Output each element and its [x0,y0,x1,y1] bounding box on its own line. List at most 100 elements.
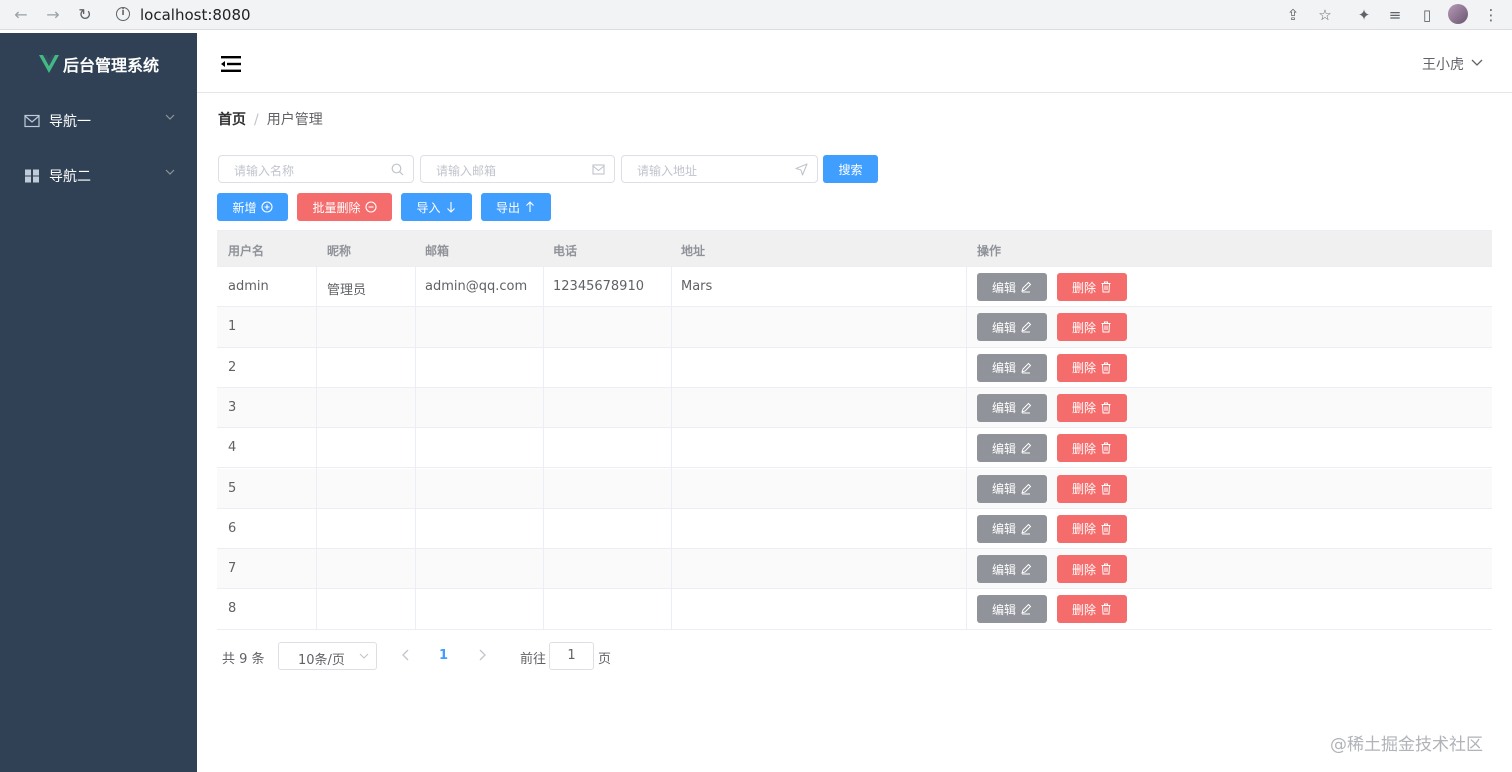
cell-username: 2 [228,359,237,375]
edit-button[interactable]: 编辑 [977,474,1047,503]
delete-label: 删除 [1071,320,1096,335]
goto-page-input[interactable]: 1 [549,642,594,670]
delete-button[interactable]: 删除 [1057,474,1127,503]
page-size-value: 10条/页 [298,653,345,668]
column-header-actions: 操作 [977,244,1002,258]
breadcrumb: 首页 / 用户管理 [218,109,323,129]
delete-button[interactable]: 删除 [1057,555,1127,584]
user-table: 用户名 昵称 邮箱 电话 地址 操作 admin 管理员 admin@qq.com 1… [217,230,1492,630]
menu-kebab-icon[interactable]: ⋮ [1480,4,1502,26]
delete-label: 删除 [1071,482,1096,496]
trash-icon [1101,281,1111,293]
delete-button[interactable]: 删除 [1057,393,1127,422]
bookmark-star-icon[interactable]: ☆ [1314,4,1336,26]
trash-icon [1101,483,1111,494]
edit-label: 编辑 [991,602,1016,617]
placeholder-text: 请输入名称 [234,164,295,178]
delete-button[interactable]: 删除 [1057,273,1127,301]
edit-label: 编辑 [991,562,1016,577]
edit-pen-icon [1021,322,1032,333]
trash-icon [1101,362,1111,374]
edit-pen-icon [1021,281,1032,293]
edit-button[interactable]: 编辑 [977,393,1047,422]
profile-avatar[interactable] [1448,4,1468,24]
table-row: 7 编辑 删除 [217,549,1492,590]
sidebar-item-label: 导航一 [49,114,91,130]
circle-plus-icon [260,201,273,213]
arrow-up-icon [526,201,534,212]
search-button[interactable]: 搜索 [823,155,878,183]
delete-button[interactable]: 删除 [1057,313,1127,342]
table-row: 1 编辑 删除 [217,307,1492,348]
delete-button[interactable]: 删除 [1057,434,1127,463]
watermark: @稀土掘金技术社区 [1330,735,1483,755]
edit-button[interactable]: 编辑 [977,555,1047,584]
delete-button[interactable]: 删除 [1057,353,1127,382]
user-dropdown[interactable]: 王小虎 [1422,54,1464,74]
sidebar-item-nav1[interactable]: 导航一 [0,93,197,149]
cell-username: 8 [228,601,237,617]
edit-button[interactable]: 编辑 [977,514,1047,543]
search-icon [391,163,404,176]
edit-button[interactable]: 编辑 [977,273,1047,301]
cell-username: 3 [228,399,237,415]
sidebar-item-nav2[interactable]: 导航二 [0,148,197,204]
reload-icon[interactable]: ↻ [74,4,96,26]
column-header-email: 邮箱 [425,244,450,258]
sidebar-item-label: 导航二 [49,169,91,185]
chevron-down-icon[interactable] [1471,58,1483,68]
page-size-select[interactable]: 10条/页 [278,642,377,670]
cell-username: 4 [228,440,237,456]
column-divider [543,267,544,630]
import-button[interactable]: 导入 [401,193,472,221]
table-row: 8 编辑 删除 [217,589,1492,630]
forward-icon[interactable]: → [42,4,64,26]
breadcrumb-separator: / [254,112,259,128]
goto-unit: 页 [598,652,612,667]
add-button[interactable]: 新增 [217,193,288,221]
page-number-current[interactable]: 1 [439,648,448,663]
export-button[interactable]: 导出 [481,193,551,221]
placeholder-text: 请输入邮箱 [436,164,497,178]
prev-page-icon[interactable] [400,648,412,662]
search-email-input[interactable]: 请输入邮箱 [420,155,615,183]
batch-delete-button[interactable]: 批量删除 [297,193,392,221]
grid-icon [25,169,39,183]
address-bar[interactable]: i localhost:8080 [108,2,1338,27]
share-icon[interactable]: ⇪ [1282,4,1304,26]
delete-button[interactable]: 删除 [1057,514,1127,543]
search-name-input[interactable]: 请输入名称 [218,155,414,183]
pagination-total: 共 9 条 [222,652,265,667]
reading-list-icon[interactable]: ≡ [1384,4,1406,26]
edit-button[interactable]: 编辑 [977,353,1047,382]
extensions-icon[interactable]: ✦ [1353,4,1375,26]
edit-pen-icon [1021,442,1032,454]
site-info-icon[interactable]: i [116,7,130,21]
chevron-down-icon [359,653,369,659]
edit-button[interactable]: 编辑 [977,595,1047,624]
edit-button[interactable]: 编辑 [977,434,1047,463]
arrow-down-icon [446,202,455,213]
delete-label: 删除 [1071,361,1096,376]
location-arrow-icon [795,163,808,176]
menu-fold-icon[interactable] [221,55,241,73]
delete-button[interactable]: 删除 [1057,595,1127,624]
trash-icon [1101,402,1111,414]
cell-username: admin [228,279,269,294]
next-page-icon[interactable] [476,648,488,662]
side-panel-icon[interactable]: ▯ [1416,4,1438,26]
trash-icon [1101,603,1111,615]
export-label: 导出 [495,200,520,215]
cell-username: 5 [228,480,237,496]
back-icon[interactable]: ← [10,4,32,26]
column-header-phone: 电话 [553,244,578,258]
goto-label: 前往 [520,652,547,667]
search-address-input[interactable]: 请输入地址 [621,155,818,183]
breadcrumb-home[interactable]: 首页 [218,112,246,128]
chevron-down-icon [165,114,175,120]
edit-pen-icon [1021,362,1032,374]
edit-button[interactable]: 编辑 [977,313,1047,342]
column-divider [966,267,967,630]
edit-pen-icon [1021,563,1032,575]
delete-label: 删除 [1071,522,1096,537]
